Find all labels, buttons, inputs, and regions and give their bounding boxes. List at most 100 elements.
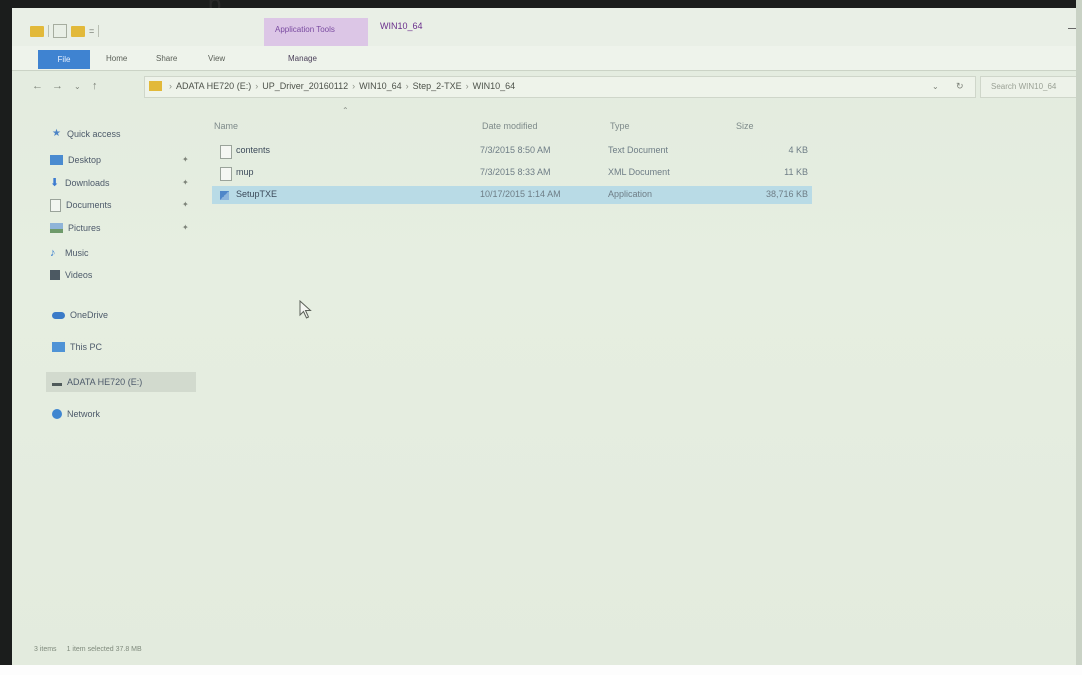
file-row-mup[interactable]: mup 7/3/2015 8:33 AM XML Document 11 KB	[212, 164, 812, 182]
sidebar-item-label: ADATA HE720 (E:)	[67, 377, 143, 387]
tab-share[interactable]: Share	[156, 54, 177, 63]
screen-bezel-right	[1076, 0, 1082, 675]
tab-view[interactable]: View	[208, 54, 225, 63]
window-title: WIN10_64	[380, 21, 423, 31]
folder-icon	[149, 81, 162, 91]
refresh-icon[interactable]: ↻	[956, 81, 964, 92]
chevron-right-icon[interactable]: ›	[466, 81, 469, 91]
separator	[48, 25, 49, 37]
documents-icon	[50, 198, 61, 212]
column-header-date-modified[interactable]: Date modified	[482, 121, 538, 131]
breadcrumb-current-folder[interactable]: WIN10_64	[473, 81, 516, 91]
videos-icon	[50, 270, 60, 280]
file-row-contents[interactable]: contents 7/3/2015 8:50 AM Text Document …	[212, 142, 812, 160]
pictures-icon	[50, 223, 63, 233]
folder-icon	[30, 25, 44, 37]
minimize-icon[interactable]	[1068, 28, 1076, 29]
sidebar-item-network[interactable]: Network	[52, 405, 100, 423]
tab-manage[interactable]: Manage	[288, 54, 317, 63]
new-folder-icon[interactable]	[71, 25, 85, 37]
pin-icon[interactable]: ✦	[182, 155, 189, 164]
chevron-right-icon[interactable]: ›	[169, 81, 172, 91]
text-file-icon	[220, 145, 232, 159]
computer-icon	[52, 342, 65, 352]
title-bar	[12, 8, 1082, 46]
column-header-size[interactable]: Size	[736, 121, 754, 131]
sidebar-item-label: Music	[65, 248, 89, 258]
file-size: 4 KB	[788, 145, 808, 155]
file-type: Application	[608, 189, 653, 199]
sidebar-item-label: Quick access	[67, 129, 121, 139]
sidebar-item-label: OneDrive	[70, 310, 109, 320]
tab-home[interactable]: Home	[106, 54, 127, 63]
sidebar-item-label: Network	[67, 409, 101, 419]
back-arrow-icon[interactable]: ←	[32, 80, 43, 92]
desktop-icon	[50, 155, 63, 165]
download-icon: ⬇	[50, 177, 60, 189]
selection-info: 1 item selected 37.8 MB	[66, 646, 142, 653]
file-date: 7/3/2015 8:50 AM	[480, 145, 551, 155]
pin-icon[interactable]: ✦	[182, 178, 189, 187]
search-input[interactable]: Search WIN10_64	[980, 76, 1082, 98]
sidebar-item-label: Downloads	[65, 178, 110, 188]
pin-icon[interactable]: ✦	[182, 200, 189, 209]
cloud-icon	[52, 311, 65, 319]
breadcrumb-win10-folder[interactable]: WIN10_64	[359, 81, 402, 91]
breadcrumb-driver-folder[interactable]: UP_Driver_20160112	[262, 81, 348, 91]
mouse-cursor-icon	[299, 300, 312, 319]
star-icon: ★	[52, 128, 61, 139]
music-icon: ♪	[50, 247, 56, 259]
column-header-name[interactable]: Name	[214, 121, 238, 131]
sidebar-item-music[interactable]: ♪ Music	[50, 244, 89, 262]
file-size: 11 KB	[784, 167, 808, 177]
xml-file-icon	[220, 167, 232, 181]
breadcrumb-step-folder[interactable]: Step_2-TXE	[413, 81, 462, 91]
address-dropdown-icon[interactable]: ⌄	[932, 82, 939, 91]
sidebar-item-desktop[interactable]: Desktop	[50, 151, 101, 169]
breadcrumb-drive[interactable]: ADATA HE720 (E:)	[176, 81, 251, 91]
file-name: mup	[236, 167, 254, 177]
breadcrumb: › ADATA HE720 (E:) › UP_Driver_20160112 …	[169, 81, 515, 91]
file-date: 10/17/2015 1:14 AM	[480, 189, 561, 199]
application-tools-label: Application Tools	[275, 25, 335, 34]
sidebar-item-this-pc[interactable]: This PC	[52, 338, 102, 356]
item-count: 3 items	[34, 646, 57, 653]
sidebar-item-label: This PC	[70, 342, 103, 352]
forward-arrow-icon[interactable]: →	[52, 80, 63, 92]
address-bar[interactable]: › ADATA HE720 (E:) › UP_Driver_20160112 …	[144, 76, 976, 98]
file-explorer-window: = Application Tools WIN10_64 File Home S…	[12, 8, 1082, 665]
file-type: XML Document	[608, 167, 670, 177]
search-placeholder: Search WIN10_64	[991, 82, 1057, 91]
up-arrow-icon[interactable]: ↑	[92, 80, 98, 92]
file-size: 38,716 KB	[765, 189, 808, 199]
sidebar-item-documents[interactable]: Documents	[50, 196, 112, 214]
page-bottom-edge	[0, 665, 1082, 675]
tab-file[interactable]: File	[38, 50, 90, 69]
network-icon	[52, 409, 62, 419]
sidebar-item-label: Pictures	[68, 223, 101, 233]
file-date: 7/3/2015 8:33 AM	[480, 167, 551, 177]
status-bar: 3 items 1 item selected 37.8 MB	[34, 646, 142, 653]
sidebar-item-label: Videos	[65, 270, 93, 280]
file-name: contents	[236, 145, 271, 155]
file-name: SetupTXE	[236, 189, 278, 199]
column-header-type[interactable]: Type	[610, 121, 630, 131]
sidebar-item-downloads[interactable]: ⬇ Downloads	[50, 174, 110, 192]
sidebar-item-label: Desktop	[68, 155, 102, 165]
chevron-right-icon[interactable]: ›	[352, 81, 355, 91]
sidebar-item-videos[interactable]: Videos	[50, 266, 92, 284]
file-type: Text Document	[608, 145, 669, 155]
chevron-right-icon[interactable]: ›	[406, 81, 409, 91]
properties-icon[interactable]	[53, 24, 67, 38]
chevron-right-icon[interactable]: ›	[255, 81, 258, 91]
sidebar-item-adata-drive[interactable]: ADATA HE720 (E:)	[52, 373, 142, 391]
file-row-setuptxe[interactable]: SetupTXE 10/17/2015 1:14 AM Application …	[212, 186, 812, 204]
sidebar-item-quick-access[interactable]: ★ Quick access	[52, 125, 121, 143]
application-icon	[220, 191, 229, 200]
sidebar-item-onedrive[interactable]: OneDrive	[52, 306, 108, 324]
customize-toolbar-icon[interactable]: =	[89, 26, 94, 36]
sidebar-item-pictures[interactable]: Pictures	[50, 219, 101, 237]
pin-icon[interactable]: ✦	[182, 223, 189, 232]
separator	[98, 25, 100, 37]
recent-locations-chevron-icon[interactable]: ⌄	[74, 82, 81, 91]
